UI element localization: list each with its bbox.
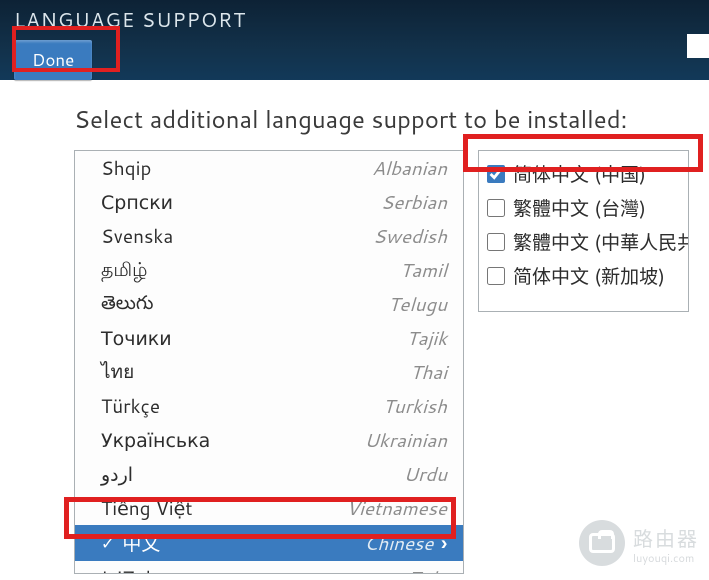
language-row[interactable]: Точики Tajik	[75, 321, 463, 355]
language-row[interactable]: IsiZulu Zulu	[75, 561, 463, 574]
language-english-label: Swedish	[373, 223, 447, 250]
variant-label: 繁體中文 (台灣)	[513, 194, 646, 222]
language-english-label: Serbian	[381, 189, 447, 216]
content-area: Shqip Albanian Српски Serbian Svenska Swedish…	[0, 150, 709, 574]
language-native-label: Точики	[101, 325, 172, 352]
language-english-label: Ukrainian	[364, 427, 447, 454]
language-native-label: Српски	[101, 189, 173, 216]
chevron-right-icon: ›	[441, 530, 447, 557]
variant-row[interactable]: 简体中文 (新加坡)	[483, 259, 684, 293]
language-native-label: Українська	[101, 427, 210, 454]
variant-checkbox[interactable]	[487, 199, 505, 217]
variant-row[interactable]: 简体中文 (中国)	[483, 157, 684, 191]
page-title: LANGUAGE SUPPORT	[14, 6, 695, 34]
header-right-stub	[687, 34, 709, 58]
language-native-label: IsiZulu	[101, 565, 162, 575]
language-english-label: Zulu	[408, 565, 447, 575]
language-list[interactable]: Shqip Albanian Српски Serbian Svenska Swedish…	[74, 150, 464, 574]
checkmark-icon: ✓	[101, 532, 114, 555]
language-row[interactable]: தமிழ் Tamil	[75, 253, 463, 287]
language-native-label: ไทย	[101, 357, 134, 387]
variant-checkbox[interactable]	[487, 165, 505, 183]
language-english-label: Tajik	[406, 325, 447, 352]
language-native-label: Shqip	[101, 155, 151, 182]
language-row[interactable]: Українська Ukrainian	[75, 423, 463, 457]
language-native-label: தமிழ்	[101, 256, 147, 284]
language-english-label: Thai	[410, 359, 447, 386]
language-row[interactable]: اردو Urdu	[75, 457, 463, 491]
instruction-text: Select additional language support to be…	[74, 102, 709, 136]
language-row-selected[interactable]: ✓ 中文 Chinese ›	[75, 525, 463, 561]
language-native-label: Türkçe	[101, 393, 160, 420]
language-row[interactable]: తెలుగు Telugu	[75, 287, 463, 321]
language-native-label: اردو	[101, 461, 133, 488]
language-english-label: Vietnamese	[346, 495, 447, 522]
language-english-label: Albanian	[372, 155, 447, 182]
language-row[interactable]: Tiếng Việt Vietnamese	[75, 491, 463, 525]
language-english-label: Turkish	[383, 393, 447, 420]
language-row[interactable]: ไทย Thai	[75, 355, 463, 389]
language-native-label: 中文	[122, 529, 160, 557]
header-bar: LANGUAGE SUPPORT Done	[0, 0, 709, 80]
variant-label: 简体中文 (新加坡)	[513, 262, 665, 290]
variant-checkbox[interactable]	[487, 233, 505, 251]
language-row[interactable]: Српски Serbian	[75, 185, 463, 219]
language-native-label: తెలుగు	[101, 289, 153, 319]
language-row[interactable]: Svenska Swedish	[75, 219, 463, 253]
language-native-label: Tiếng Việt	[101, 495, 193, 522]
language-english-label: Telugu	[388, 291, 447, 318]
language-native-label: Svenska	[101, 223, 173, 250]
variant-list: 简体中文 (中国) 繁體中文 (台灣) 繁體中文 (中華人民共和國) 简体中文 (新加…	[478, 150, 689, 312]
variant-row[interactable]: 繁體中文 (中華人民共和國)	[483, 225, 684, 259]
language-row[interactable]: Türkçe Turkish	[75, 389, 463, 423]
language-english-label: Urdu	[403, 461, 447, 488]
language-row[interactable]: Shqip Albanian	[75, 151, 463, 185]
variant-label: 繁體中文 (中華人民共和國)	[513, 228, 689, 256]
language-english-label: Tamil	[400, 257, 447, 284]
variant-checkbox[interactable]	[487, 267, 505, 285]
variant-label: 简体中文 (中国)	[513, 160, 646, 188]
language-english-label: Chinese	[364, 530, 434, 557]
variant-row[interactable]: 繁體中文 (台灣)	[483, 191, 684, 225]
done-button[interactable]: Done	[14, 40, 92, 80]
